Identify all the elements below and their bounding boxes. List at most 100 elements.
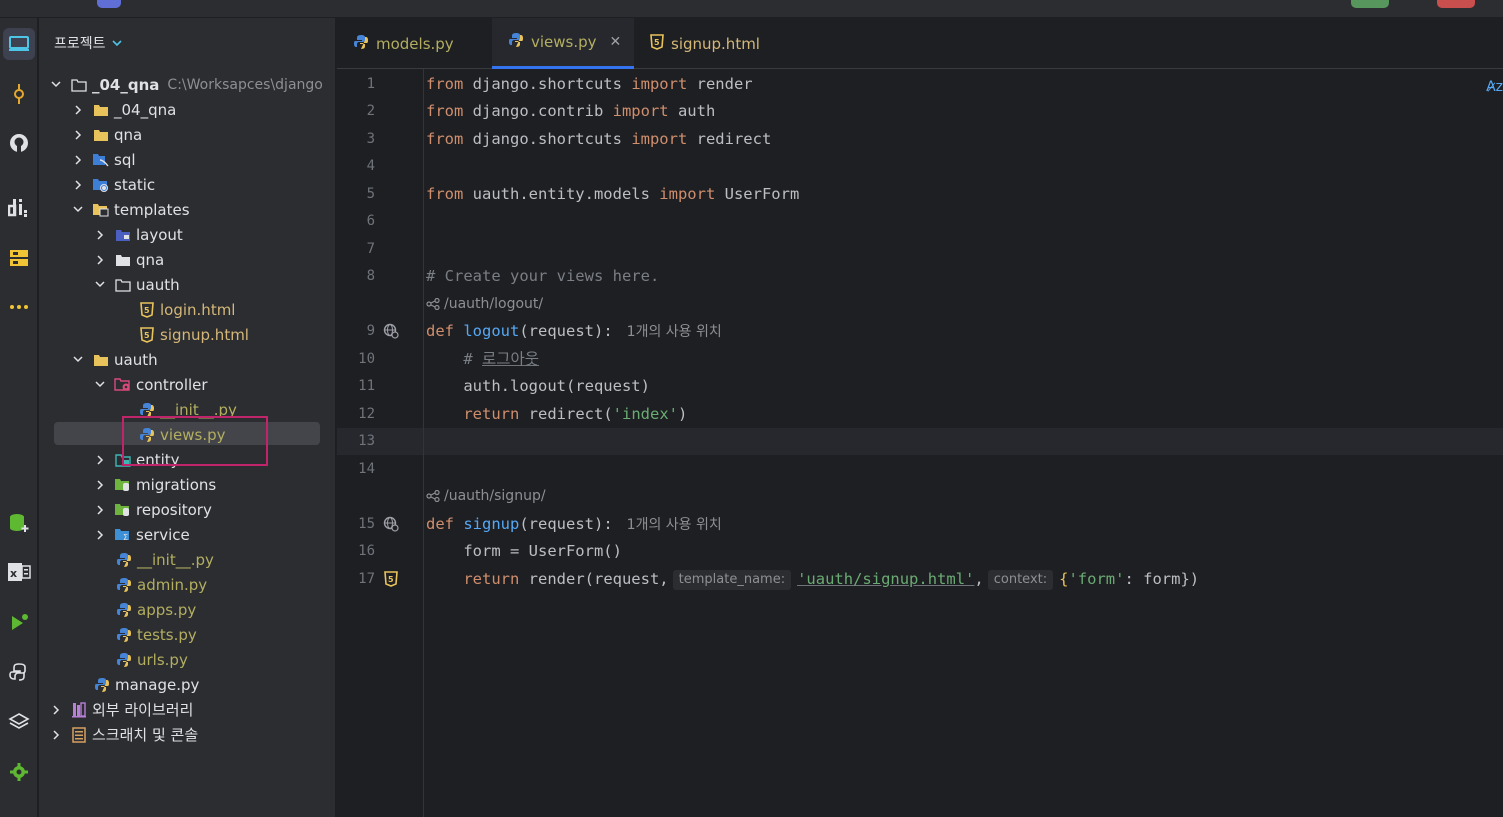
- chevron-right-icon[interactable]: [93, 528, 107, 542]
- token-call: render(request,: [519, 570, 669, 588]
- tree-item-templates-qna[interactable]: qna: [39, 247, 335, 272]
- tree-item-admin-py[interactable]: admin.py: [39, 572, 335, 597]
- tree-item-scratches[interactable]: 스크래치 및 콘솔: [39, 722, 335, 747]
- database-tool-button[interactable]: [3, 507, 35, 539]
- chevron-right-icon[interactable]: [71, 103, 85, 117]
- tree-item-label: apps.py: [137, 600, 197, 619]
- chevron-down-icon[interactable]: [71, 203, 85, 217]
- tree-item-urls-py[interactable]: urls.py: [39, 647, 335, 672]
- commit-tool-button[interactable]: [3, 78, 35, 110]
- tree-item-migrations[interactable]: migrations: [39, 472, 335, 497]
- tab-views-py[interactable]: views.py ✕: [492, 18, 634, 69]
- tree-root-04-qna[interactable]: _04_qna C:\Worksapces\django: [39, 72, 335, 97]
- code-line-9: def logout(request): 1개의 사용 위치: [426, 320, 722, 342]
- web-endpoint-icon[interactable]: [382, 515, 400, 533]
- chevron-down-icon[interactable]: [49, 78, 63, 92]
- route-hint[interactable]: /uauth/logout/: [426, 294, 543, 314]
- token-name: UserForm: [715, 185, 800, 203]
- project-panel: 프로젝트 _04_qna C:\Worksapces\django _04_qn…: [39, 18, 336, 817]
- tree-item-signup-html[interactable]: 5 signup.html: [39, 322, 335, 347]
- tree-item-service[interactable]: Σ service: [39, 522, 335, 547]
- token-name: render: [687, 75, 753, 93]
- html-template-icon[interactable]: 5: [382, 570, 400, 588]
- tree-item-controller[interactable]: controller: [39, 372, 335, 397]
- chevron-right-icon[interactable]: [49, 728, 63, 742]
- tree-item-uauth[interactable]: uauth: [39, 347, 335, 372]
- run-tool-button[interactable]: [3, 606, 35, 638]
- token-keyword: return: [463, 405, 520, 423]
- chevron-right-icon[interactable]: [93, 453, 107, 467]
- scratch-icon: [70, 726, 88, 744]
- tree-item-04-qna-package[interactable]: _04_qna: [39, 97, 335, 122]
- more-tools-button[interactable]: [3, 291, 35, 323]
- close-icon[interactable]: ✕: [610, 34, 622, 50]
- line-number: 1: [366, 76, 375, 92]
- stop-indicator[interactable]: [1437, 0, 1475, 8]
- tree-item-login-html[interactable]: 5 login.html: [39, 297, 335, 322]
- share-route-icon: [426, 298, 440, 310]
- spellcheck-indicator[interactable]: A̷z: [1486, 79, 1503, 95]
- tree-item-external-libraries[interactable]: 외부 라이브러리: [39, 697, 335, 722]
- run-indicator[interactable]: [1351, 0, 1389, 8]
- tree-item-init-py[interactable]: __init__.py: [39, 547, 335, 572]
- tree-item-label: qna: [136, 250, 165, 269]
- tab-signup-html[interactable]: 5 signup.html: [634, 18, 776, 69]
- tree-item-layout[interactable]: layout: [39, 222, 335, 247]
- chevron-right-icon[interactable]: [93, 478, 107, 492]
- django-tool-button[interactable]: [3, 192, 35, 224]
- tree-item-static[interactable]: static: [39, 172, 335, 197]
- line-number: 13: [358, 433, 375, 449]
- html-file-icon: 5: [138, 326, 156, 344]
- excel-tool-button[interactable]: x: [3, 556, 35, 588]
- line-number: 3: [366, 131, 375, 147]
- chevron-right-icon[interactable]: [71, 153, 85, 167]
- tree-item-manage-py[interactable]: manage.py: [39, 672, 335, 697]
- python-file-icon: [115, 626, 133, 644]
- folder-outline-icon: [70, 76, 88, 94]
- web-folder-icon: [92, 176, 110, 194]
- chevron-right-icon[interactable]: [93, 228, 107, 242]
- html-file-icon: 5: [138, 301, 156, 319]
- token-name: redirect: [687, 130, 772, 148]
- project-tool-button[interactable]: [3, 28, 35, 60]
- usage-hint[interactable]: 1개의 사용 위치: [627, 324, 722, 340]
- tree-item-repository[interactable]: repository: [39, 497, 335, 522]
- chevron-right-icon[interactable]: [93, 253, 107, 267]
- settings-tool-button[interactable]: [3, 756, 35, 788]
- tree-item-templates-uauth[interactable]: uauth: [39, 272, 335, 297]
- project-view-selector[interactable]: 프로젝트: [54, 33, 122, 53]
- tab-models-py[interactable]: models.py: [337, 18, 470, 69]
- tree-item-label: qna: [114, 125, 143, 144]
- web-endpoint-icon[interactable]: [382, 322, 400, 340]
- line-number: 10: [358, 351, 375, 367]
- editor-tab-bar: models.py views.py ✕ 5 signup.html: [337, 18, 1503, 69]
- route-hint[interactable]: /uauth/signup/: [426, 486, 546, 506]
- chevron-right-icon[interactable]: [49, 703, 63, 717]
- line-number: 7: [366, 241, 375, 257]
- folder-icon: [92, 126, 110, 144]
- tree-item-templates[interactable]: templates: [39, 197, 335, 222]
- structure-tool-button[interactable]: [3, 242, 35, 274]
- parameter-inlay-hint: template_name:: [672, 569, 792, 590]
- tree-item-qna[interactable]: qna: [39, 122, 335, 147]
- code-editor[interactable]: A̷z 1 2 3 4 5 6 7 8 9 10 11 12 13 14 15 …: [337, 69, 1503, 817]
- token-keyword: from: [426, 130, 464, 148]
- tree-item-tests-py[interactable]: tests.py: [39, 622, 335, 647]
- service-folder-icon: Σ: [114, 526, 132, 544]
- chevron-right-icon[interactable]: [93, 503, 107, 517]
- chevron-right-icon[interactable]: [71, 178, 85, 192]
- chevron-down-icon[interactable]: [71, 353, 85, 367]
- github-tool-button[interactable]: [3, 127, 35, 159]
- tree-item-label: tests.py: [137, 625, 197, 644]
- services-tool-button[interactable]: [3, 706, 35, 738]
- chevron-down-icon[interactable]: [93, 278, 107, 292]
- token-keyword: from: [426, 75, 464, 93]
- usage-hint[interactable]: 1개의 사용 위치: [627, 517, 722, 533]
- code-line-12: return redirect('index'): [426, 403, 687, 425]
- chevron-down-icon[interactable]: [93, 378, 107, 392]
- python-console-button[interactable]: [3, 656, 35, 688]
- tree-item-sql[interactable]: sql: [39, 147, 335, 172]
- tree-item-apps-py[interactable]: apps.py: [39, 597, 335, 622]
- chevron-right-icon[interactable]: [71, 128, 85, 142]
- line-number: 16: [358, 543, 375, 559]
